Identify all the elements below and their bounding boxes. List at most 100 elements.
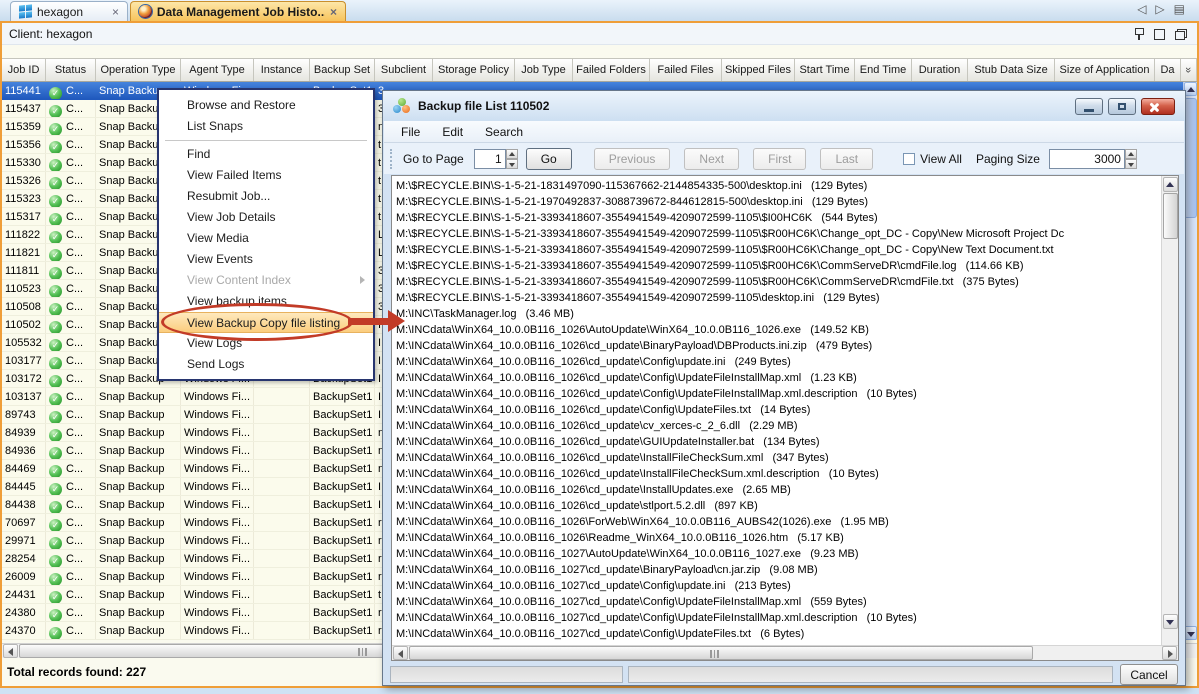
column-header-size-of-application[interactable]: Size of Application (1055, 59, 1155, 81)
menu-item-find[interactable]: Find (159, 144, 373, 165)
file-list-item[interactable]: M:\INCdata\WinX64_10.0.0B116_1026\cd_upd… (392, 386, 1160, 402)
toolbar-grip[interactable] (390, 149, 393, 169)
file-list-item[interactable]: M:\INC\TaskManager.log (3.46 MB) (392, 306, 1160, 322)
column-header-failed-folders[interactable]: Failed Folders (573, 59, 650, 81)
scroll-left-icon[interactable] (3, 644, 18, 658)
scroll-tabs-left-icon[interactable]: ◁ (1137, 2, 1146, 16)
file-list-item[interactable]: M:\$RECYCLE.BIN\S-1-5-21-3393418607-3554… (392, 274, 1160, 290)
column-chooser-icon[interactable]: » (1181, 59, 1197, 81)
file-list-item[interactable]: M:\$RECYCLE.BIN\S-1-5-21-3393418607-3554… (392, 242, 1160, 258)
column-header-agent-type[interactable]: Agent Type (181, 59, 254, 81)
menu-item-view-events[interactable]: View Events (159, 249, 373, 270)
menu-item-list-snaps[interactable]: List Snaps (159, 116, 373, 137)
job-status: ✓C... (46, 424, 96, 441)
tab-hexagon[interactable]: hexagon × (10, 1, 128, 21)
paging-size-value[interactable]: 3000 (1049, 149, 1125, 169)
file-list-item[interactable]: M:\$RECYCLE.BIN\S-1-5-21-1831497090-1153… (392, 178, 1160, 194)
file-list-item[interactable]: M:\$RECYCLE.BIN\S-1-5-21-3393418607-3554… (392, 290, 1160, 306)
file-scroll-up-icon[interactable] (1163, 177, 1178, 192)
file-list-item[interactable]: M:\INCdata\WinX64_10.0.0B116_1027\cd_upd… (392, 562, 1160, 578)
column-header-failed-files[interactable]: Failed Files (650, 59, 722, 81)
close-button[interactable] (1141, 98, 1175, 115)
tab-data-management-job-history[interactable]: Data Management Job Histo... × (130, 1, 346, 21)
column-header-job-type[interactable]: Job Type (515, 59, 573, 81)
column-header-da[interactable]: Da (1155, 59, 1181, 81)
column-header-start-time[interactable]: Start Time (795, 59, 855, 81)
tab-data-management-close-icon[interactable]: × (330, 7, 337, 17)
column-header-skipped-files[interactable]: Skipped Files (722, 59, 795, 81)
file-list-item[interactable]: M:\INCdata\WinX64_10.0.0B116_1026\cd_upd… (392, 434, 1160, 450)
file-list-item[interactable]: M:\INCdata\WinX64_10.0.0B116_1026\cd_upd… (392, 450, 1160, 466)
paging-size-spinner[interactable] (1125, 149, 1137, 169)
menu-item-view-logs[interactable]: View Logs (159, 333, 373, 354)
column-header-backup-set[interactable]: Backup Set (310, 59, 375, 81)
file-list-item[interactable]: M:\INCdata\WinX64_10.0.0B116_1026\AutoUp… (392, 322, 1160, 338)
paging-size-input[interactable]: 3000 (1049, 149, 1137, 169)
column-header-subclient[interactable]: Subclient (375, 59, 433, 81)
column-header-job-id[interactable]: Job ID (2, 59, 46, 81)
menu-item-view-failed-items[interactable]: View Failed Items (159, 165, 373, 186)
file-list-hscrollbar[interactable] (392, 645, 1178, 660)
file-list-item[interactable]: M:\INCdata\WinX64_10.0.0B116_1026\cd_upd… (392, 482, 1160, 498)
page-number-value[interactable]: 1 (474, 149, 506, 169)
file-list-item[interactable]: M:\INCdata\WinX64_10.0.0B116_1027\cd_upd… (392, 610, 1160, 626)
page-number-input[interactable]: 1 (474, 149, 518, 169)
globe-icon (139, 5, 152, 18)
column-header-status[interactable]: Status (46, 59, 96, 81)
column-header-storage-policy[interactable]: Storage Policy (433, 59, 515, 81)
column-header-operation-type[interactable]: Operation Type (96, 59, 181, 81)
column-header-stub-data-size[interactable]: Stub Data Size (968, 59, 1055, 81)
file-list-item[interactable]: M:\INCdata\WinX64_10.0.0B116_1026\cd_upd… (392, 354, 1160, 370)
maximize-panel-icon[interactable] (1154, 29, 1165, 40)
column-header-end-time[interactable]: End Time (855, 59, 912, 81)
file-list-item[interactable]: M:\INCdata\WinX64_10.0.0B116_1026\Readme… (392, 530, 1160, 546)
menu-file[interactable]: File (401, 125, 420, 139)
menu-search[interactable]: Search (485, 125, 523, 139)
file-list-item[interactable]: M:\INCdata\WinX64_10.0.0B116_1027\cd_upd… (392, 594, 1160, 610)
menu-item-view-media[interactable]: View Media (159, 228, 373, 249)
file-list-item[interactable]: M:\$RECYCLE.BIN\S-1-5-21-3393418607-3554… (392, 210, 1160, 226)
file-scroll-right-icon[interactable] (1162, 646, 1177, 660)
scroll-tabs-right-icon[interactable]: ▷ (1155, 2, 1164, 16)
job-id: 24431 (2, 586, 46, 603)
file-list-item[interactable]: M:\INCdata\WinX64_10.0.0B116_1026\cd_upd… (392, 498, 1160, 514)
file-list-vscrollbar[interactable] (1161, 176, 1178, 645)
minimize-button[interactable] (1075, 98, 1103, 115)
page-number-spinner[interactable] (506, 149, 518, 169)
file-list-item[interactable]: M:\INCdata\WinX64_10.0.0B116_1026\cd_upd… (392, 370, 1160, 386)
file-list-item[interactable]: M:\INCdata\WinX64_10.0.0B116_1026\cd_upd… (392, 338, 1160, 354)
column-header-instance[interactable]: Instance (254, 59, 310, 81)
tab-list-icon[interactable]: ▤ (1174, 2, 1185, 16)
file-list-item[interactable]: M:\INCdata\WinX64_10.0.0B116_1026\cd_upd… (392, 418, 1160, 434)
column-header-duration[interactable]: Duration (912, 59, 968, 81)
file-list-item[interactable]: M:\$RECYCLE.BIN\S-1-5-21-3393418607-3554… (392, 226, 1160, 242)
file-list-item[interactable]: M:\INCdata\WinX64_10.0.0B116_1027\AutoUp… (392, 546, 1160, 562)
restore-button[interactable] (1108, 98, 1136, 115)
menu-item-view-job-details[interactable]: View Job Details (159, 207, 373, 228)
file-list-item[interactable]: M:\$RECYCLE.BIN\S-1-5-21-1970492837-3088… (392, 194, 1160, 210)
file-list-item[interactable]: M:\$RECYCLE.BIN\S-1-5-21-3393418607-3554… (392, 258, 1160, 274)
cancel-button[interactable]: Cancel (1120, 664, 1178, 685)
menu-item-view-backup-copy-file-listing[interactable]: View Backup Copy file listing (159, 312, 373, 333)
file-list-item[interactable]: M:\INCdata\WinX64_10.0.0B116_1027\cd_upd… (392, 578, 1160, 594)
menu-item-send-logs[interactable]: Send Logs (159, 354, 373, 375)
file-list-hscroll-thumb[interactable] (409, 646, 1033, 660)
menu-item-browse-and-restore[interactable]: Browse and Restore (159, 95, 373, 116)
dialog-titlebar[interactable]: Backup file List 110502 (383, 91, 1185, 121)
go-button[interactable]: Go (526, 148, 572, 170)
status-completed-icon: ✓ (49, 159, 62, 171)
menu-edit[interactable]: Edit (442, 125, 463, 139)
menu-item-view-backup-items[interactable]: View backup items (159, 291, 373, 312)
file-list-item[interactable]: M:\INCdata\WinX64_10.0.0B116_1026\cd_upd… (392, 466, 1160, 482)
tab-hexagon-close-icon[interactable]: × (112, 7, 119, 17)
file-list-item[interactable]: M:\INCdata\WinX64_10.0.0B116_1026\ForWeb… (392, 514, 1160, 530)
file-scroll-left-icon[interactable] (393, 646, 408, 660)
file-scroll-down-icon[interactable] (1163, 614, 1178, 629)
file-list-item[interactable]: M:\INCdata\WinX64_10.0.0B116_1026\cd_upd… (392, 402, 1160, 418)
menu-item-resubmit-job[interactable]: Resubmit Job... (159, 186, 373, 207)
view-all-checkbox[interactable] (903, 153, 915, 165)
pin-icon[interactable] (1133, 27, 1144, 40)
cascade-panel-icon[interactable] (1175, 29, 1187, 40)
file-list-vscroll-thumb[interactable] (1163, 193, 1178, 239)
file-list-item[interactable]: M:\INCdata\WinX64_10.0.0B116_1027\cd_upd… (392, 626, 1160, 642)
